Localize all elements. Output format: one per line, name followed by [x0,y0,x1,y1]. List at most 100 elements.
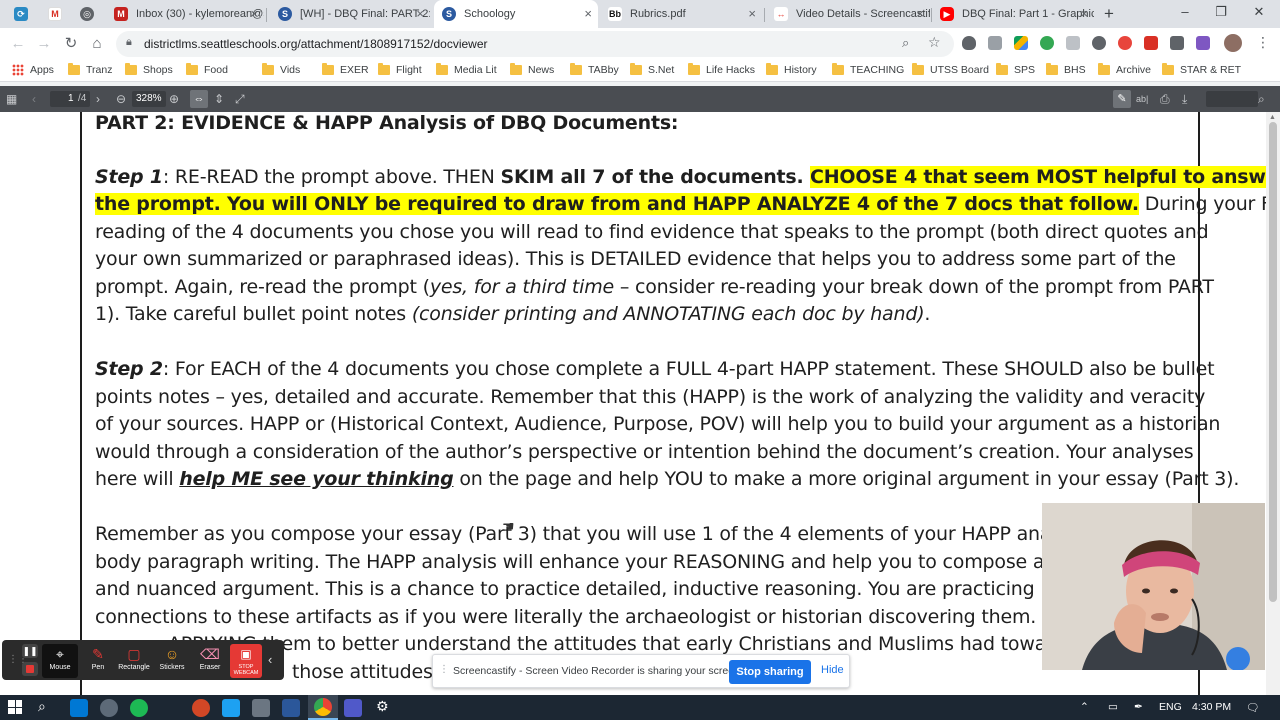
forward-button[interactable]: → [34,34,54,54]
spotify-icon[interactable] [130,699,148,717]
search-input[interactable] [1206,91,1258,107]
bookmark-folder[interactable]: TEACHING [832,63,904,76]
maximize-button[interactable]: ❐ [1206,4,1236,20]
puzzle-icon[interactable] [1170,36,1184,50]
tab-inbox[interactable]: M Inbox (30) - kylemorean@seattleschools… [106,0,264,28]
fit-width-icon[interactable]: ⇔ [190,90,208,108]
zoom-icon[interactable]: ⌕ [902,35,909,51]
tab-gmail-pinned[interactable]: M [40,0,76,28]
chrome-taskbar-active[interactable] [308,695,338,720]
previous-page-icon[interactable]: ‹ [32,92,36,106]
extension-icon[interactable] [1066,36,1080,50]
twitter-icon[interactable] [222,699,240,717]
rectangle-tool[interactable]: ▢ Rectangle [116,644,152,671]
shield-extension-icon[interactable] [962,36,976,50]
stickers-tool[interactable]: ☺ Stickers [154,644,190,671]
bookmark-folder[interactable]: UTSS Board [912,63,989,76]
home-button[interactable]: ⌂ [87,34,107,54]
mouse-tool[interactable]: ⌖ Mouse [42,644,78,678]
close-tab-icon[interactable]: × [916,7,924,20]
teams-icon[interactable] [344,699,362,717]
hide-button[interactable]: Hide [821,664,844,676]
close-tab-icon[interactable]: × [584,7,592,20]
screencastify-icon[interactable] [1118,36,1132,50]
drag-handle-icon[interactable]: ⋮ [439,664,449,675]
vertical-scrollbar[interactable]: ▲ [1266,112,1280,695]
fit-page-icon[interactable]: ⇕ [214,92,224,106]
close-window-button[interactable]: ✕ [1244,4,1274,20]
clock[interactable]: 4:30 PM [1192,701,1231,713]
zoom-out-icon[interactable]: ⊖ [116,92,126,106]
bookmark-folder[interactable]: Vids [262,63,300,76]
more-menu-icon[interactable]: ⋮ [1256,34,1270,51]
extension-icon[interactable] [1144,36,1158,50]
bookmark-folder[interactable]: Life Hacks [688,63,755,76]
eraser-tool[interactable]: ⌫ Eraser [192,644,228,671]
scrollbar-thumb[interactable] [1269,122,1277,602]
tab-pinned-2[interactable]: ◎ [72,0,102,28]
bookmark-folder[interactable]: TABby [570,63,619,76]
sidebar-toggle-icon[interactable]: ▦ [6,92,17,106]
calculator-icon[interactable] [252,699,270,717]
tab-video-details[interactable]: ↔ Video Details - Screencastify × [766,0,930,28]
close-tab-icon[interactable]: × [250,7,258,20]
fullscreen-icon[interactable]: ⤢ [235,92,245,106]
app-icon[interactable] [100,699,118,717]
reload-button[interactable]: ↻ [61,34,81,54]
print-icon[interactable]: ⎙ [1160,92,1170,106]
drive-icon[interactable] [1014,36,1028,50]
collapse-icon[interactable]: ‹ [268,652,272,667]
tab-pinned[interactable]: ⟳ [6,0,36,28]
scroll-up-icon[interactable]: ▲ [1269,114,1276,121]
profile-avatar[interactable] [1224,34,1242,52]
search-icon[interactable]: ⌕ [38,698,46,715]
reading-list-icon[interactable] [1196,36,1210,50]
powerpoint-icon[interactable] [192,699,210,717]
tab-schoology[interactable]: S Schoology × [434,0,598,28]
download-icon[interactable]: ⤓ [1182,92,1187,106]
pen-tool[interactable]: ✎ Pen [80,644,116,671]
search-icon[interactable]: ⌕ [1258,92,1265,106]
new-tab-button[interactable]: + [1104,4,1114,24]
tab-dbq-part2[interactable]: S [WH] - DBQ Final: PART 2: Evidence × [270,0,430,28]
extension-icon[interactable] [1092,36,1106,50]
back-button[interactable]: ← [8,34,28,54]
bookmark-apps[interactable]: Apps [12,64,54,76]
outlook-icon[interactable] [70,699,88,717]
next-page-icon[interactable]: › [96,92,100,106]
bookmark-folder[interactable]: Flight [378,63,422,76]
close-tab-icon[interactable]: × [1080,7,1088,20]
pen-ink-icon[interactable]: ✒ [1134,701,1143,713]
bookmark-folder[interactable]: STAR & RET [1162,63,1241,76]
minimize-button[interactable]: – [1170,4,1200,19]
bookmark-folder[interactable]: BHS [1046,63,1086,76]
annotate-icon[interactable]: ✎ [1113,90,1131,108]
language-indicator[interactable]: ENG [1159,701,1182,713]
windows-start-icon[interactable] [8,700,22,714]
stop-webcam-button[interactable]: ▣ STOP WEBCAM [230,644,262,678]
extension-icon[interactable] [988,36,1002,50]
settings-gear-icon[interactable]: ⚙ [376,698,389,715]
tab-rubrics[interactable]: Bb Rubrics.pdf × [600,0,762,28]
network-icon[interactable]: ▭ [1108,701,1118,713]
bookmark-folder[interactable]: Tranz [68,63,112,76]
bookmark-folder[interactable]: Media Lit [436,63,497,76]
bookmark-folder[interactable]: SPS [996,63,1035,76]
bookmark-folder[interactable]: EXER [322,63,369,76]
close-tab-icon[interactable]: × [748,7,756,20]
tray-chevron-icon[interactable]: ⌃ [1080,701,1089,713]
word-icon[interactable] [282,699,300,717]
bookmark-folder[interactable]: Archive [1098,63,1151,76]
notifications-icon[interactable]: 🗨︎ [1246,701,1259,714]
text-select-icon[interactable]: ab| [1136,92,1148,106]
close-tab-icon[interactable]: × [416,7,424,20]
zoom-in-icon[interactable]: ⊕ [169,92,179,106]
bookmark-folder[interactable]: Food [186,63,228,76]
bookmark-star-icon[interactable]: ☆ [928,34,941,51]
bookmark-folder[interactable]: History [766,63,817,76]
bookmark-folder[interactable]: News [510,63,554,76]
pause-icon[interactable]: ❚❚ [22,644,38,658]
stop-record-button[interactable] [22,662,38,676]
tab-dbq-part1[interactable]: ▶ DBQ Final: Part 1 - Graphic Organizer … [932,0,1094,28]
stop-sharing-button[interactable]: Stop sharing [729,660,811,684]
